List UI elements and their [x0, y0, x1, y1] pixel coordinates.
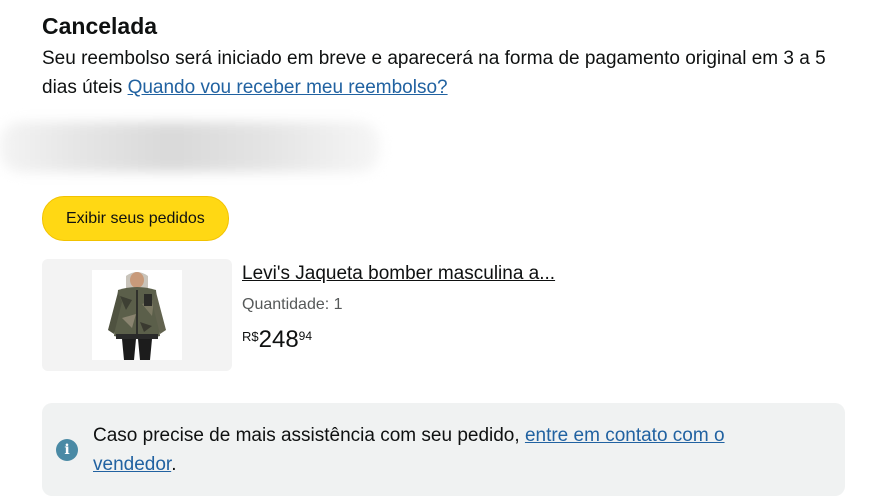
product-quantity: Quantidade: 1	[242, 296, 343, 313]
view-orders-button[interactable]: Exibir seus pedidos	[42, 196, 229, 241]
help-banner: i Caso precise de mais assistência com s…	[42, 403, 845, 496]
product-image	[92, 270, 182, 360]
blurred-address	[0, 122, 380, 172]
info-icon: i	[56, 438, 78, 461]
order-status-panel: Cancelada Seu reembolso será iniciado em…	[0, 12, 845, 371]
refund-info-link[interactable]: Quando vou receber meu reembolso?	[128, 77, 448, 98]
status-title: Cancelada	[42, 13, 158, 39]
product-title-link[interactable]: Levi's Jaqueta bomber masculina a...	[242, 261, 555, 287]
product-thumbnail[interactable]	[42, 259, 232, 371]
jacket-image-icon	[108, 272, 166, 360]
help-message: Caso precise de mais assistência com seu…	[93, 424, 525, 446]
product-info: Levi's Jaqueta bomber masculina a... Qua…	[242, 259, 555, 371]
price-whole: 248	[258, 326, 299, 353]
blurred-content	[0, 116, 380, 178]
price-fraction: 94	[298, 329, 313, 343]
refund-message: Seu reembolso será iniciado em breve e a…	[42, 44, 845, 102]
help-text: Caso precise de mais assistência com seu…	[93, 421, 805, 479]
price-currency: R$	[242, 329, 259, 344]
help-suffix: .	[171, 453, 177, 475]
product-item: Levi's Jaqueta bomber masculina a... Qua…	[42, 259, 845, 371]
product-price: R$ 248 94	[242, 326, 555, 354]
